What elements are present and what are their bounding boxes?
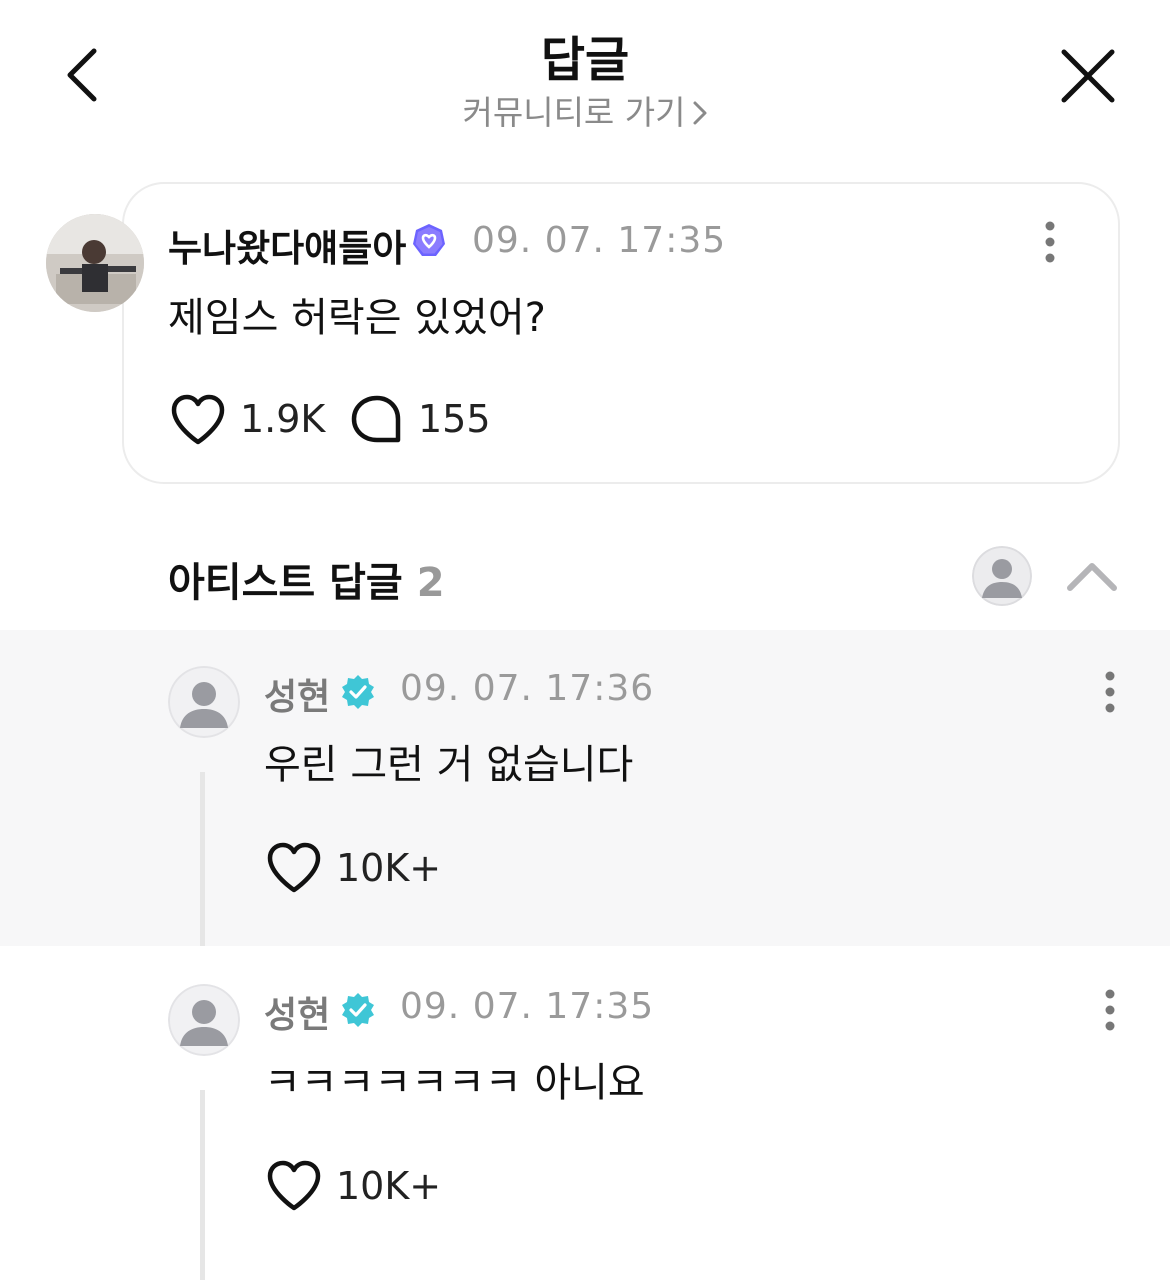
more-vertical-icon[interactable] <box>1090 670 1130 714</box>
reply-author-avatar[interactable] <box>168 984 240 1056</box>
post-author-name[interactable]: 누나왔다얘들아 <box>168 218 406 272</box>
go-to-community-link[interactable]: 커뮤니티로 가기 <box>0 86 1170 134</box>
reply-author-name[interactable]: 성현 <box>264 986 330 1038</box>
post-body: 제임스 허락은 있었어? <box>168 295 546 341</box>
avatar-photo <box>46 214 144 312</box>
post-comment-count: 155 <box>418 397 491 441</box>
more-vertical-icon[interactable] <box>1090 988 1130 1032</box>
reply-like-count: 10K+ <box>336 846 442 890</box>
reply-timestamp: 09. 07. 17:35 <box>400 986 655 1027</box>
post-author-avatar[interactable] <box>46 214 144 312</box>
go-to-community-label: 커뮤니티로 가기 <box>462 93 686 132</box>
reply-like-count: 10K+ <box>336 1164 442 1208</box>
close-button[interactable] <box>1048 36 1128 116</box>
artist-avatar-stack[interactable] <box>972 546 1032 606</box>
artist-verified-badge-icon <box>342 675 374 709</box>
default-avatar-icon <box>168 666 240 738</box>
artist-replies-heading: 아티스트 답글 2 <box>168 550 445 608</box>
page-title: 답글 <box>540 32 630 88</box>
default-avatar-icon <box>972 546 1032 606</box>
artist-verified-badge-icon <box>342 993 374 1027</box>
artist-replies-count: 2 <box>416 560 445 606</box>
default-avatar-icon <box>168 984 240 1056</box>
heart-outline-icon[interactable] <box>266 842 322 894</box>
chevron-up-icon[interactable] <box>1066 556 1118 596</box>
heart-outline-icon[interactable] <box>266 1160 322 1212</box>
reply-author-name[interactable]: 성현 <box>264 668 330 720</box>
reply-page: 답글 커뮤니티로 가기 누나왔다얘들아 09. 07. 17:35 제임스 허락 <box>0 0 1170 1280</box>
post-like-count: 1.9K <box>240 397 326 441</box>
reply-author-avatar[interactable] <box>168 666 240 738</box>
close-icon <box>1061 49 1115 103</box>
chevron-right-icon <box>692 95 708 134</box>
more-vertical-icon[interactable] <box>1030 220 1070 264</box>
reply-body: ㅋㅋㅋㅋㅋㅋㅋ 아니요 <box>264 1060 645 1106</box>
reply-body: 우린 그런 거 없습니다 <box>264 742 634 788</box>
post-timestamp: 09. 07. 17:35 <box>472 220 727 261</box>
heart-outline-icon[interactable] <box>170 394 226 446</box>
verified-badge-icon <box>413 224 445 256</box>
thread-line <box>200 772 205 946</box>
speech-bubble-icon[interactable] <box>350 394 404 448</box>
artist-replies-title: 아티스트 답글 <box>168 560 403 606</box>
reply-timestamp: 09. 07. 17:36 <box>400 668 655 709</box>
thread-line <box>200 1090 205 1280</box>
